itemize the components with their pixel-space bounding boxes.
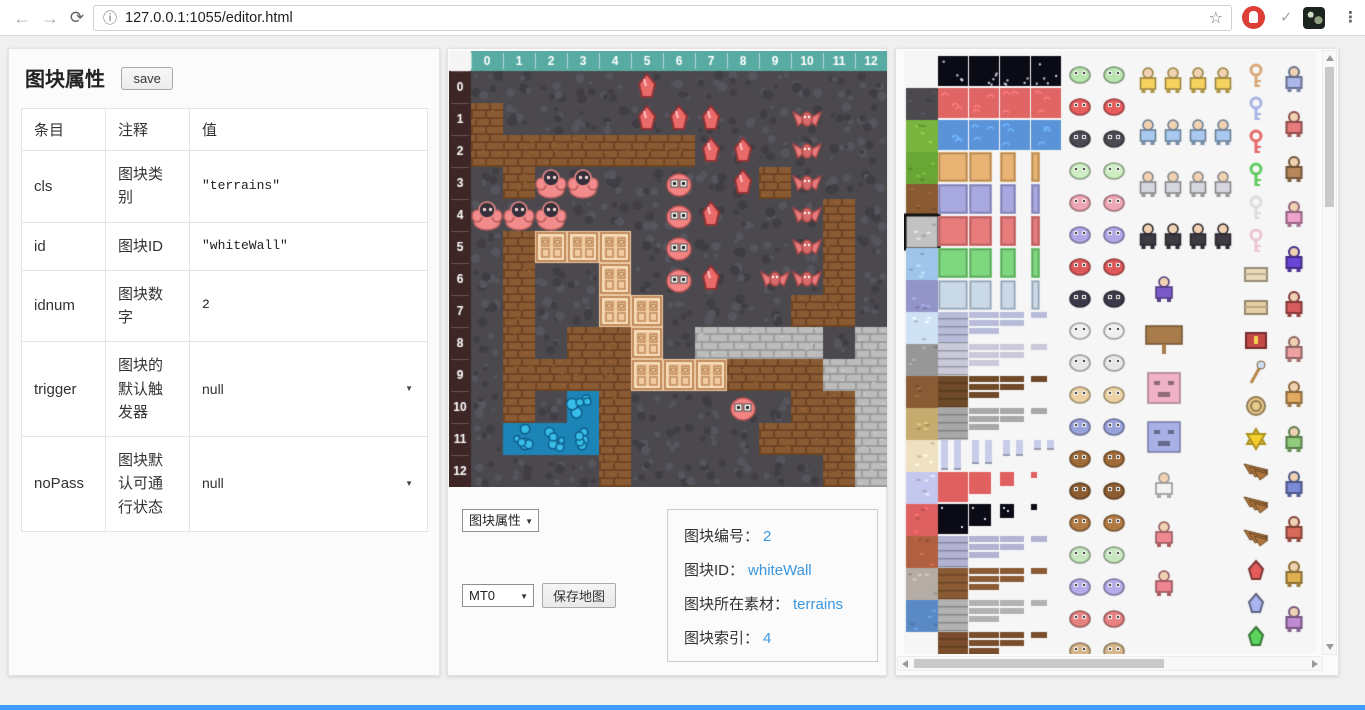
prop-value-text: "whiteWall" (202, 238, 288, 253)
tile-info-value[interactable]: 4 (763, 630, 771, 647)
browser-chrome: ← → ⟳ ⓘ 127.0.0.1:1055/editor.html ☆ ✓ ⋮ (0, 0, 1365, 36)
horizontal-scrollbar[interactable] (897, 656, 1323, 671)
extension-icon[interactable] (1242, 6, 1265, 29)
tile-info-line: 图块索引：4 (684, 627, 861, 648)
url-text[interactable]: 127.0.0.1:1055/editor.html (125, 10, 293, 26)
prop-key: id (22, 222, 106, 270)
tile-properties-panel: 图块属性 save 条目注释值 cls图块类别 "terrains" id图块ID "… (8, 48, 440, 676)
prop-select-trigger[interactable]: null (202, 381, 415, 397)
map-panel: 图块属性 ▼ MT0 ▼ 保存地图 图块编号：2图块ID：whiteWall图块… (447, 48, 887, 676)
bookmark-star-icon[interactable]: ☆ (1209, 8, 1223, 28)
prop-value-text: "terrains" (202, 178, 280, 193)
prop-select-noPass[interactable]: null (202, 475, 415, 491)
prop-comment: 图块的默认触发器 (106, 342, 190, 437)
prop-comment: 图块类别 (106, 151, 190, 223)
check-extension-icon[interactable]: ✓ (1280, 8, 1293, 26)
tile-info-box: 图块编号：2 图块ID：whiteWall 图块所在素材：terrains 图块索引：… (667, 509, 878, 662)
save-map-button[interactable]: 保存地图 (542, 583, 616, 608)
mode-select[interactable]: 图块属性 (463, 510, 538, 528)
tile-info-line: 图块编号：2 (684, 525, 861, 546)
horizontal-scroll-thumb[interactable] (914, 659, 1164, 668)
back-icon[interactable]: ← (10, 5, 34, 31)
extension-hand-glyph (1249, 11, 1258, 23)
tile-info-value[interactable]: 2 (763, 528, 771, 545)
tile-info-label: 图块索引： (684, 630, 759, 647)
tileset-panel (895, 48, 1339, 676)
tile-info-line: 图块ID：whiteWall (684, 559, 861, 580)
tileset-canvas[interactable] (904, 51, 1316, 654)
prop-key: idnum (22, 270, 106, 342)
mode-select-wrap: 图块属性 ▼ (462, 509, 539, 532)
table-header-2: 值 (190, 109, 428, 151)
prop-comment: 图块ID (106, 222, 190, 270)
save-button[interactable]: save (121, 67, 172, 90)
prop-comment: 图块数字 (106, 270, 190, 342)
properties-table: 条目注释值 cls图块类别 "terrains" id图块ID "whiteWall"… (21, 108, 428, 532)
scroll-left-icon[interactable] (902, 660, 908, 668)
prop-key: trigger (22, 342, 106, 437)
page-info-icon[interactable]: ⓘ (103, 8, 117, 28)
prop-row-trigger: trigger图块的默认触发器null▼ (22, 342, 428, 437)
vertical-scrollbar[interactable] (1322, 50, 1337, 655)
floor-select-wrap: MT0 ▼ (462, 584, 534, 607)
tile-info-label: 图块编号： (684, 528, 759, 545)
tile-info-label: 图块所在素材： (684, 596, 789, 613)
tile-info-value[interactable]: whiteWall (748, 562, 812, 579)
taskbar-edge (0, 705, 1365, 710)
table-header-1: 注释 (106, 109, 190, 151)
prop-value: null▼ (190, 342, 428, 437)
panel-title: 图块属性 (25, 63, 105, 92)
tile-info-line: 图块所在素材：terrains (684, 593, 861, 614)
table-header-0: 条目 (22, 109, 106, 151)
prop-row-id: id图块ID "whiteWall" (22, 222, 428, 270)
reload-icon[interactable]: ⟳ (65, 5, 89, 31)
address-bar[interactable]: ⓘ 127.0.0.1:1055/editor.html ☆ (93, 5, 1232, 31)
prop-comment: 图块默认可通行状态 (106, 437, 190, 532)
prop-key: noPass (22, 437, 106, 532)
prop-value-text: 2 (202, 297, 210, 312)
prop-row-noPass: noPass图块默认可通行状态null▼ (22, 437, 428, 532)
prop-value: "terrains" (190, 151, 428, 223)
browser-avatar[interactable] (1303, 7, 1325, 29)
tile-info-label: 图块ID： (684, 562, 744, 579)
scroll-down-icon[interactable] (1326, 644, 1334, 650)
scroll-up-icon[interactable] (1326, 55, 1334, 61)
vertical-scroll-thumb[interactable] (1325, 67, 1334, 207)
floor-select[interactable]: MT0 (463, 585, 533, 603)
browser-menu-icon[interactable]: ⋮ (1343, 6, 1358, 30)
map-canvas[interactable] (449, 51, 887, 487)
scroll-right-icon[interactable] (1312, 660, 1318, 668)
prop-row-idnum: idnum图块数字 2 (22, 270, 428, 342)
prop-row-cls: cls图块类别 "terrains" (22, 151, 428, 223)
prop-value: null▼ (190, 437, 428, 532)
prop-key: cls (22, 151, 106, 223)
prop-value: "whiteWall" (190, 222, 428, 270)
forward-icon[interactable]: → (38, 5, 62, 31)
tile-info-value[interactable]: terrains (793, 596, 843, 613)
prop-value: 2 (190, 270, 428, 342)
